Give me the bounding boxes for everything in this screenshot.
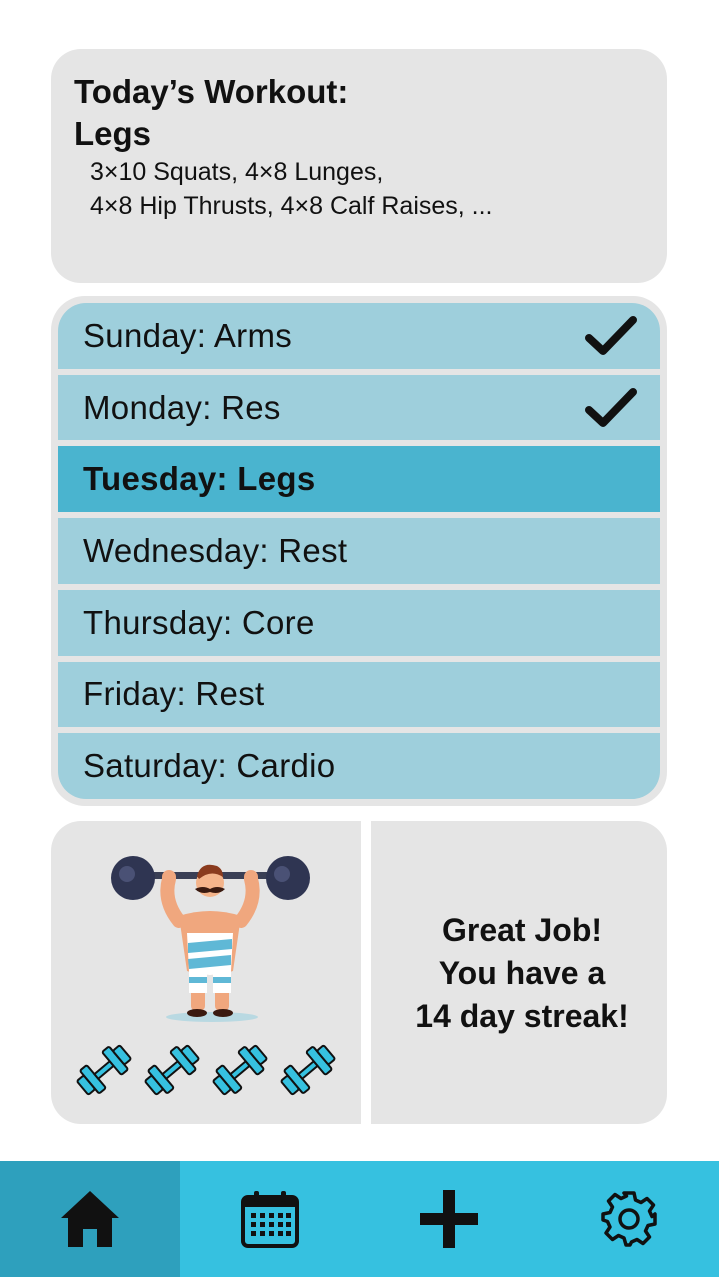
nav-add-button[interactable] bbox=[360, 1161, 540, 1277]
day-row-sunday[interactable]: Sunday: Arms bbox=[58, 303, 660, 369]
bottom-nav bbox=[0, 1161, 719, 1277]
nav-home-button[interactable] bbox=[0, 1161, 180, 1277]
day-row-friday[interactable]: Friday: Rest bbox=[58, 661, 660, 728]
todays-workout-card[interactable]: Today’s Workout: Legs 3×10 Squats, 4×8 L… bbox=[51, 49, 667, 283]
day-label: Saturday: Cardio bbox=[83, 747, 336, 785]
day-label: Thursday: Core bbox=[83, 603, 315, 641]
todays-workout-heading: Today’s Workout: bbox=[74, 73, 349, 110]
gear-icon bbox=[601, 1191, 657, 1247]
streak-card: Great Job! You have a 14 day streak! bbox=[371, 821, 667, 1124]
exercise-list-line-1: 3×10 Squats, 4×8 Lunges, bbox=[90, 158, 384, 186]
day-row-tuesday[interactable]: Tuesday: Legs bbox=[58, 446, 660, 513]
day-label: Monday: Res bbox=[83, 388, 281, 426]
mascot-card bbox=[51, 821, 361, 1124]
checkmark-icon bbox=[585, 315, 637, 355]
checkmark-icon bbox=[585, 387, 637, 427]
nav-settings-button[interactable] bbox=[539, 1161, 719, 1277]
day-label: Sunday: Arms bbox=[83, 316, 293, 354]
day-row-saturday[interactable]: Saturday: Cardio bbox=[58, 733, 660, 799]
dumbbell-icon bbox=[275, 1039, 341, 1101]
dumbbell-icon bbox=[139, 1039, 205, 1101]
dumbbell-icon bbox=[74, 1039, 137, 1101]
todays-workout-name: Legs bbox=[74, 115, 152, 152]
dumbbell-icon bbox=[207, 1039, 273, 1101]
exercise-list-line-2: 4×8 Hip Thrusts, 4×8 Calf Raises, ... bbox=[90, 192, 493, 220]
day-label: Tuesday: Legs bbox=[83, 460, 316, 498]
nav-calendar-button[interactable] bbox=[180, 1161, 360, 1277]
streak-line-2: You have a bbox=[438, 955, 606, 991]
streak-line-3: 14 day streak! bbox=[415, 998, 629, 1034]
day-row-wednesday[interactable]: Wednesday: Rest bbox=[58, 518, 660, 584]
day-label: Wednesday: Rest bbox=[83, 532, 348, 570]
streak-line-1: Great Job! bbox=[441, 912, 603, 948]
plus-icon bbox=[420, 1190, 479, 1248]
dumbbell-icons bbox=[74, 1039, 341, 1101]
calendar-icon bbox=[240, 1191, 299, 1248]
day-row-monday[interactable]: Monday: Res bbox=[58, 374, 660, 441]
day-row-thursday[interactable]: Thursday: Core bbox=[58, 589, 660, 656]
weekly-schedule: Sunday: Arms Monday: Res Tuesday: Legs W… bbox=[51, 296, 667, 806]
day-label: Friday: Rest bbox=[83, 675, 265, 713]
home-icon bbox=[60, 1191, 119, 1247]
